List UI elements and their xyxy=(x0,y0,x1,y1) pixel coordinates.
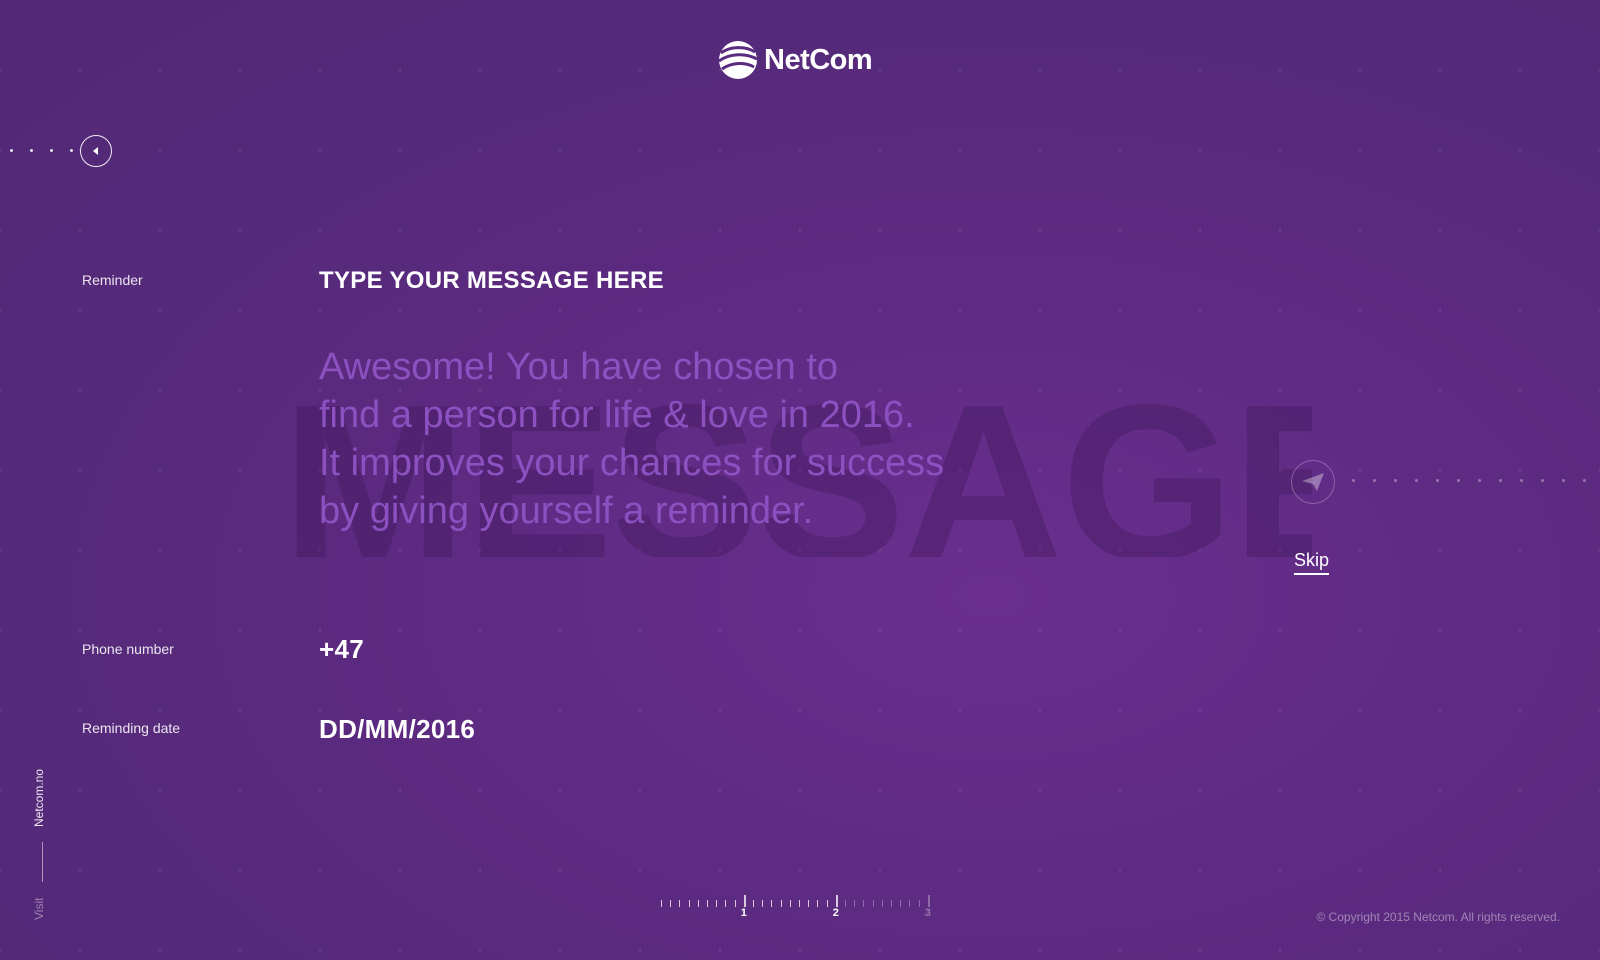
step-progress-ruler: 1 2 3 xyxy=(661,883,941,923)
progress-step-number[interactable]: 3 xyxy=(925,907,931,919)
progress-tick xyxy=(927,895,930,907)
progress-tick xyxy=(808,900,810,907)
logo-text: NetCom xyxy=(764,43,873,76)
back-button[interactable] xyxy=(80,135,112,167)
progress-tick xyxy=(854,900,856,907)
phone-label: Phone number xyxy=(82,641,174,657)
progress-tick xyxy=(909,900,911,907)
progress-tick xyxy=(918,900,920,907)
reminder-label: Reminder xyxy=(82,272,143,288)
progress-tick xyxy=(725,900,727,907)
message-line: Awesome! You have chosen to xyxy=(319,346,839,388)
progress-tick xyxy=(707,900,708,907)
progress-tick xyxy=(900,900,902,907)
progress-step-number[interactable]: 1 xyxy=(741,907,747,919)
message-line: find a person for life & love in 2016. xyxy=(319,394,915,436)
progress-tick xyxy=(679,900,681,907)
progress-tick xyxy=(826,900,828,907)
progress-tick xyxy=(789,900,791,907)
back-dots-trail xyxy=(10,149,73,152)
progress-step-number[interactable]: 2 xyxy=(833,907,839,919)
progress-tick xyxy=(716,900,718,907)
skip-link[interactable]: Skip xyxy=(1294,550,1330,575)
send-button[interactable] xyxy=(1291,460,1335,504)
arrow-left-icon xyxy=(93,147,98,155)
progress-tick xyxy=(771,900,773,907)
send-dots-trail xyxy=(1352,479,1586,482)
progress-tick xyxy=(743,895,746,907)
phone-input[interactable]: +47 xyxy=(319,634,364,665)
paper-plane-icon xyxy=(1302,473,1324,491)
progress-tick xyxy=(753,900,754,907)
date-label: Reminding date xyxy=(82,720,181,736)
progress-tick xyxy=(734,900,736,907)
message-line: by giving yourself a reminder. xyxy=(319,490,814,532)
netcom-logo[interactable]: NetCom xyxy=(718,38,873,82)
progress-tick xyxy=(881,900,883,907)
progress-tick xyxy=(799,900,800,907)
progress-tick xyxy=(661,900,662,907)
date-input[interactable]: DD/MM/2016 xyxy=(319,714,475,745)
progress-tick xyxy=(845,900,846,907)
progress-tick xyxy=(762,900,764,907)
visit-label: Visit xyxy=(32,897,46,920)
side-visit-link: Netcom.no Visit xyxy=(32,765,52,925)
netcom-globe-icon xyxy=(718,41,758,79)
message-heading: TYPE YOUR MESSAGE HERE xyxy=(319,267,664,294)
progress-tick xyxy=(863,900,865,907)
progress-tick xyxy=(780,900,782,907)
progress-tick xyxy=(688,900,690,907)
netcom-site-link[interactable]: Netcom.no xyxy=(32,769,46,827)
progress-tick xyxy=(697,900,699,907)
progress-tick xyxy=(872,900,874,907)
side-divider xyxy=(42,842,43,882)
progress-tick xyxy=(835,895,838,907)
progress-tick xyxy=(891,900,892,907)
message-line: It improves your chances for success xyxy=(319,442,945,484)
message-textarea[interactable]: Awesome! You have chosen to find a perso… xyxy=(319,343,1099,535)
progress-tick xyxy=(817,900,819,907)
copyright-text: © Copyright 2015 Netcom. All rights rese… xyxy=(1316,910,1560,924)
progress-tick xyxy=(670,900,672,907)
